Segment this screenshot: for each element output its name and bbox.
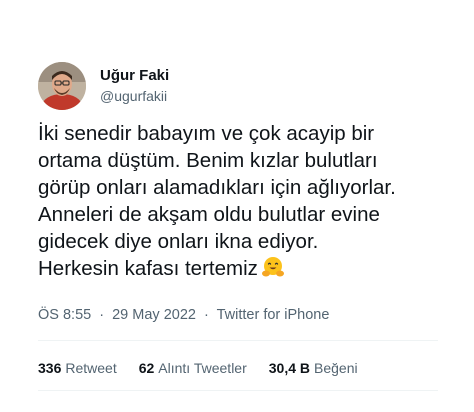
like-count-link[interactable]: 30,4 B Beğeni	[269, 359, 358, 377]
tweet-metadata: ÖS 8:55 · 29 May 2022 · Twitter for iPho…	[38, 306, 329, 325]
tweet-date[interactable]: 29 May 2022	[112, 307, 196, 323]
like-count: 30,4 B	[268, 360, 310, 376]
author-display-name[interactable]: Uğur Faki	[100, 66, 169, 85]
retweet-count-link[interactable]: 336 Retweet	[38, 359, 117, 377]
retweet-label: Retweet	[65, 360, 117, 376]
tweet-line: görüp onları alamadıkları için ağlıyorla…	[38, 176, 396, 199]
tweet-source-link[interactable]: Twitter for iPhone	[217, 307, 330, 323]
tweet-line: İki senedir babayım ve çok acayip bir	[38, 122, 375, 145]
quote-count: 62	[138, 360, 155, 376]
tweet-card: Uğur Faki @ugurfakii İki senedir babayım…	[0, 0, 474, 412]
divider	[38, 340, 438, 341]
meta-separator: ·	[203, 307, 209, 323]
retweet-count: 336	[38, 360, 62, 376]
tweet-header: Uğur Faki @ugurfakii	[38, 62, 169, 110]
divider	[38, 390, 438, 391]
smiling-face-with-open-hands-icon	[261, 255, 285, 286]
tweet-line: Herkesin kafası tertemiz	[38, 257, 258, 280]
quote-label: Alıntı Tweetler	[158, 360, 247, 376]
tweet-text: İki senedir babayım ve çok acayip bir or…	[38, 120, 468, 286]
quote-count-link[interactable]: 62 Alıntı Tweetler	[139, 359, 247, 377]
tweet-time[interactable]: ÖS 8:55	[38, 307, 91, 323]
tweet-last-line: Herkesin kafası tertemiz	[38, 255, 468, 286]
like-label: Beğeni	[314, 360, 358, 376]
avatar[interactable]	[38, 62, 86, 110]
avatar-photo	[38, 62, 86, 110]
tweet-stats: 336 Retweet 62 Alıntı Tweetler 30,4 B Beğen…	[38, 359, 380, 377]
author-names: Uğur Faki @ugurfakii	[100, 66, 169, 106]
tweet-line: ortama düştüm. Benim kızlar bulutları	[38, 149, 378, 172]
author-handle[interactable]: @ugurfakii	[100, 87, 169, 106]
tweet-line: Anneleri de akşam oldu bulutlar evine	[38, 203, 380, 226]
meta-separator: ·	[99, 307, 105, 323]
tweet-line: gidecek diye onları ikna ediyor.	[38, 230, 319, 253]
